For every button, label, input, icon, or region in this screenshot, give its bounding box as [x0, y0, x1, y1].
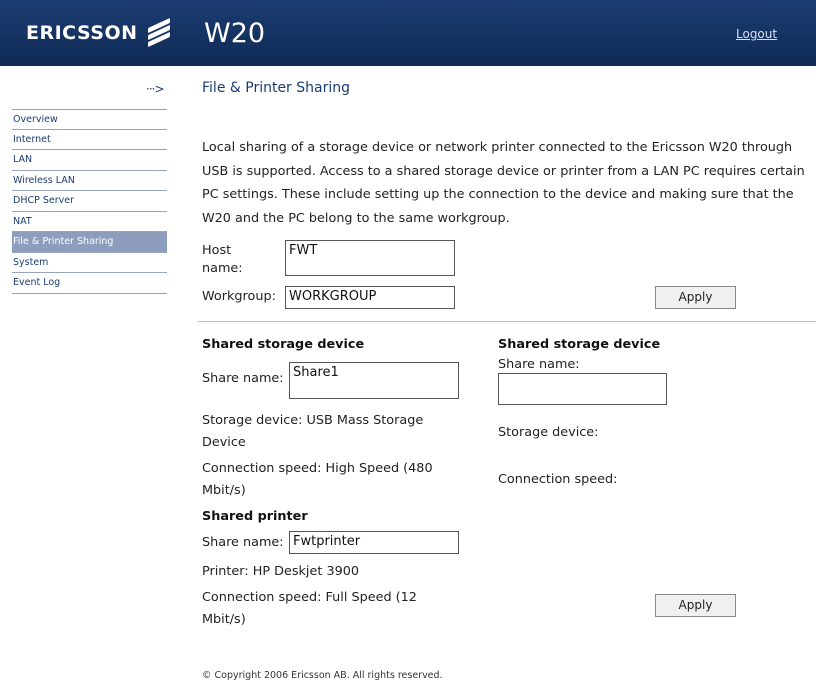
sidebar-nav: Overview Internet LAN Wireless LAN DHCP …: [12, 109, 167, 294]
header-bar: ERICSSON W20 Logout: [0, 0, 816, 66]
storage2-share-name-input[interactable]: [498, 373, 667, 405]
sidebar-item-event-log[interactable]: Event Log: [12, 273, 167, 294]
storage2-heading: Shared storage device: [498, 337, 661, 352]
workgroup-label: Workgroup:: [202, 289, 276, 304]
printer-speed-line1: Connection speed: Full Speed (12: [202, 590, 417, 605]
storage-device-line2: Device: [202, 435, 246, 450]
printer-apply-button[interactable]: Apply: [655, 594, 736, 617]
sidebar-item-internet[interactable]: Internet: [12, 130, 167, 150]
sidebar-item-nat[interactable]: NAT: [12, 212, 167, 232]
nav-arrow-icon: ···>: [146, 82, 164, 96]
storage2-speed-label: Connection speed:: [498, 472, 618, 487]
sidebar-item-wireless-lan[interactable]: Wireless LAN: [12, 171, 167, 191]
page-header-title: W20: [204, 18, 266, 49]
storage-speed-line1: Connection speed: High Speed (480: [202, 461, 433, 476]
description-text: Local sharing of a storage device or net…: [202, 140, 805, 226]
printer-speed-line2: Mbit/s): [202, 612, 246, 627]
printer-share-name-input[interactable]: Fwtprinter: [289, 531, 459, 554]
storage-heading: Shared storage device: [202, 337, 365, 352]
apply-button[interactable]: Apply: [655, 286, 736, 309]
printer-model-text: Printer: HP Deskjet 3900: [202, 564, 360, 579]
sidebar-item-file-printer-sharing[interactable]: File & Printer Sharing: [12, 232, 167, 253]
ericsson-logo: ERICSSON: [26, 17, 170, 48]
sidebar-item-lan[interactable]: LAN: [12, 150, 167, 171]
printer-heading: Shared printer: [202, 509, 308, 524]
sidebar-item-overview[interactable]: Overview: [12, 109, 167, 130]
storage-speed-line2: Mbit/s): [202, 483, 246, 498]
section-divider: [198, 321, 816, 322]
sidebar-item-dhcp-server[interactable]: DHCP Server: [12, 191, 167, 212]
host-name-input[interactable]: FWT: [285, 240, 455, 276]
copyright-text: © Copyright 2006 Ericsson AB. All rights…: [202, 670, 443, 681]
printer-share-name-label: Share name:: [202, 535, 284, 550]
storage2-device-label: Storage device:: [498, 425, 599, 440]
logout-link[interactable]: Logout: [736, 27, 777, 41]
storage-device-line1: Storage device: USB Mass Storage: [202, 413, 424, 428]
storage-share-name-label: Share name:: [202, 371, 284, 386]
sidebar-item-system[interactable]: System: [12, 253, 167, 273]
host-name-label-line2: name:: [202, 261, 243, 276]
page-title: File & Printer Sharing: [202, 80, 351, 96]
workgroup-input[interactable]: WORKGROUP: [285, 286, 455, 309]
ericsson-logo-icon: [147, 17, 170, 48]
brand-name: ERICSSON: [26, 22, 138, 44]
storage-share-name-input[interactable]: Share1: [289, 362, 459, 399]
